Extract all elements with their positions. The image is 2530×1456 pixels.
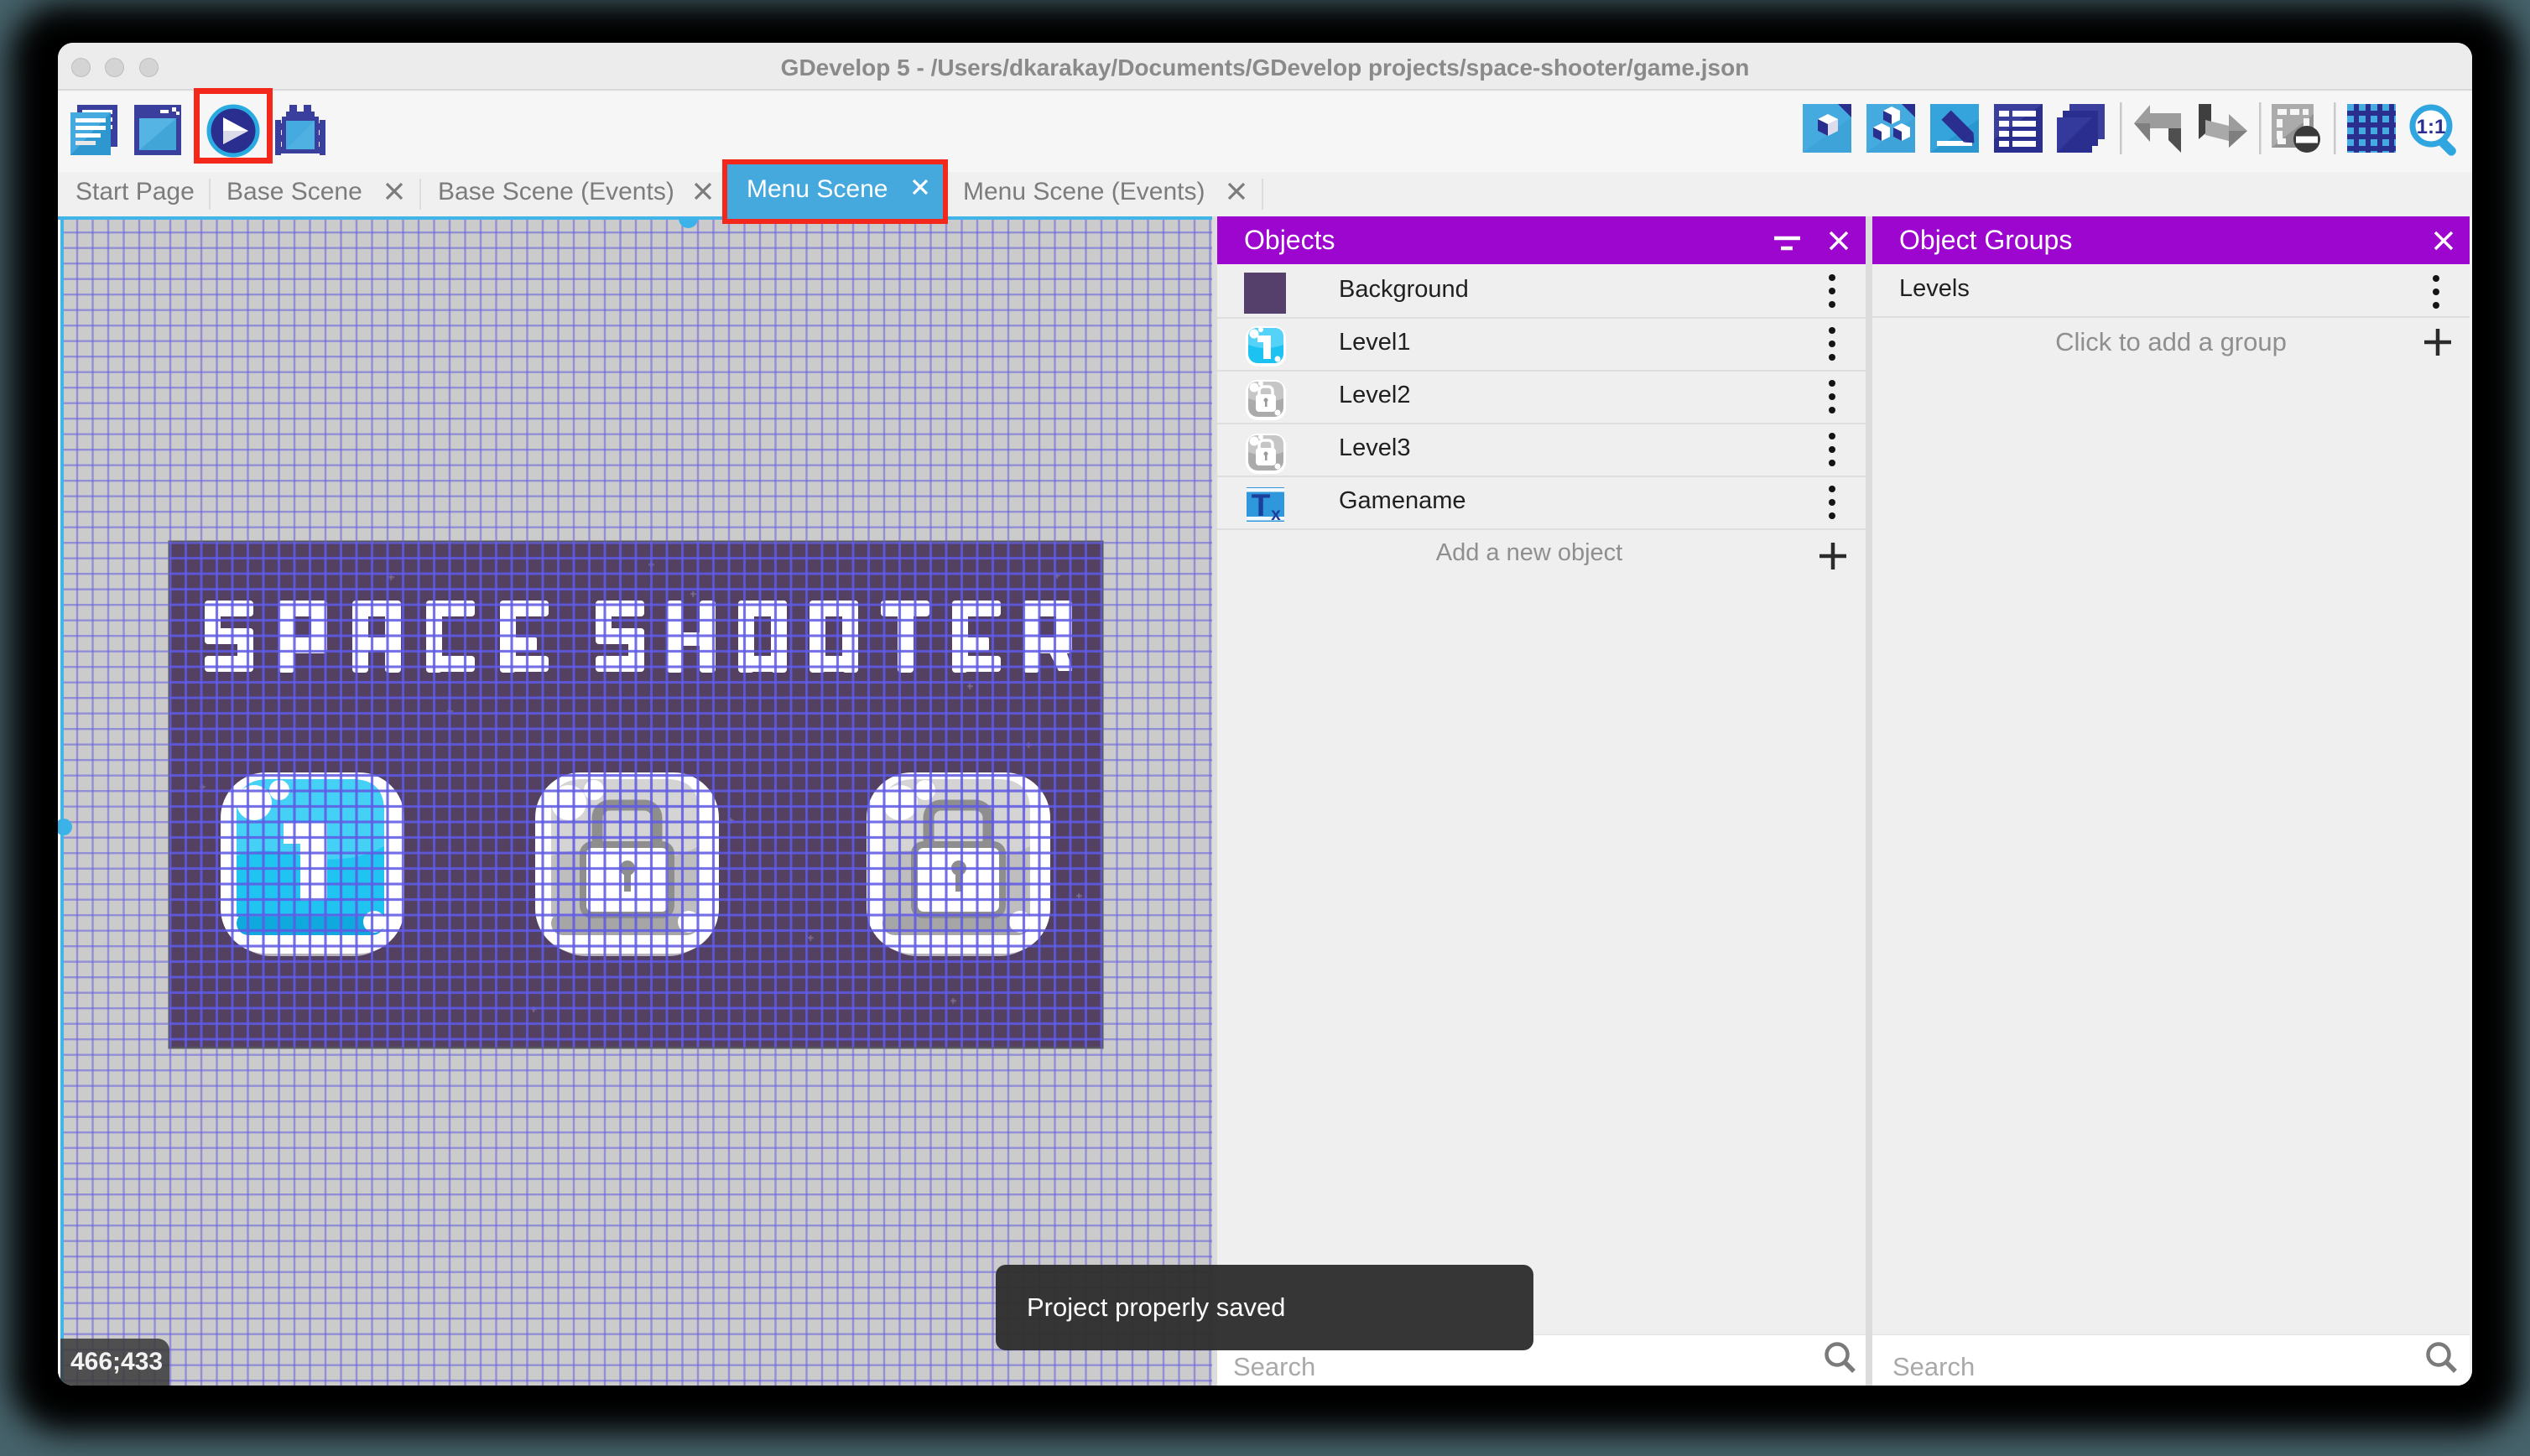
svg-text:1:1: 1:1 xyxy=(2417,116,2446,138)
svg-text:T: T xyxy=(1252,488,1271,523)
svg-text:x: x xyxy=(1271,505,1281,524)
